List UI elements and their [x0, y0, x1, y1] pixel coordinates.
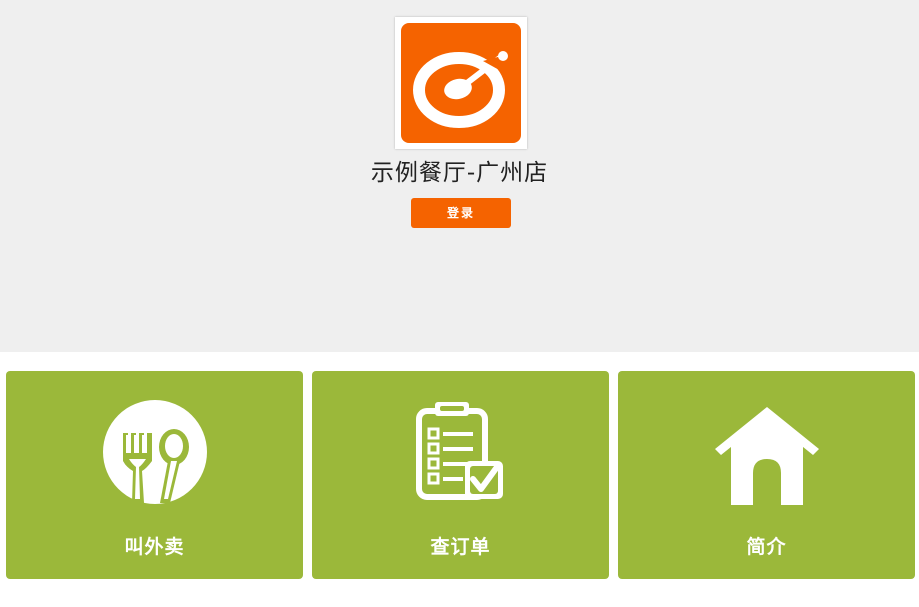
tile-label: 叫外卖 — [124, 536, 185, 558]
login-button[interactable]: 登录 — [411, 198, 511, 228]
order-takeout-tile[interactable]: 叫外卖 — [6, 371, 303, 579]
store-name: 示例餐厅-广州店 — [370, 160, 549, 186]
tile-label: 查订单 — [430, 536, 491, 558]
store-header: 示例餐厅-广州店 登录 — [0, 0, 919, 352]
tile-label: 简介 — [746, 536, 787, 558]
check-orders-tile[interactable]: 查订单 — [312, 371, 609, 579]
fork-spoon-plate-icon — [6, 399, 303, 511]
intro-tile[interactable]: 简介 — [618, 371, 915, 579]
spoon-bowl-logo-icon — [401, 23, 521, 143]
clipboard-checklist-icon — [312, 399, 609, 511]
house-icon — [618, 399, 915, 511]
store-logo — [395, 17, 527, 149]
